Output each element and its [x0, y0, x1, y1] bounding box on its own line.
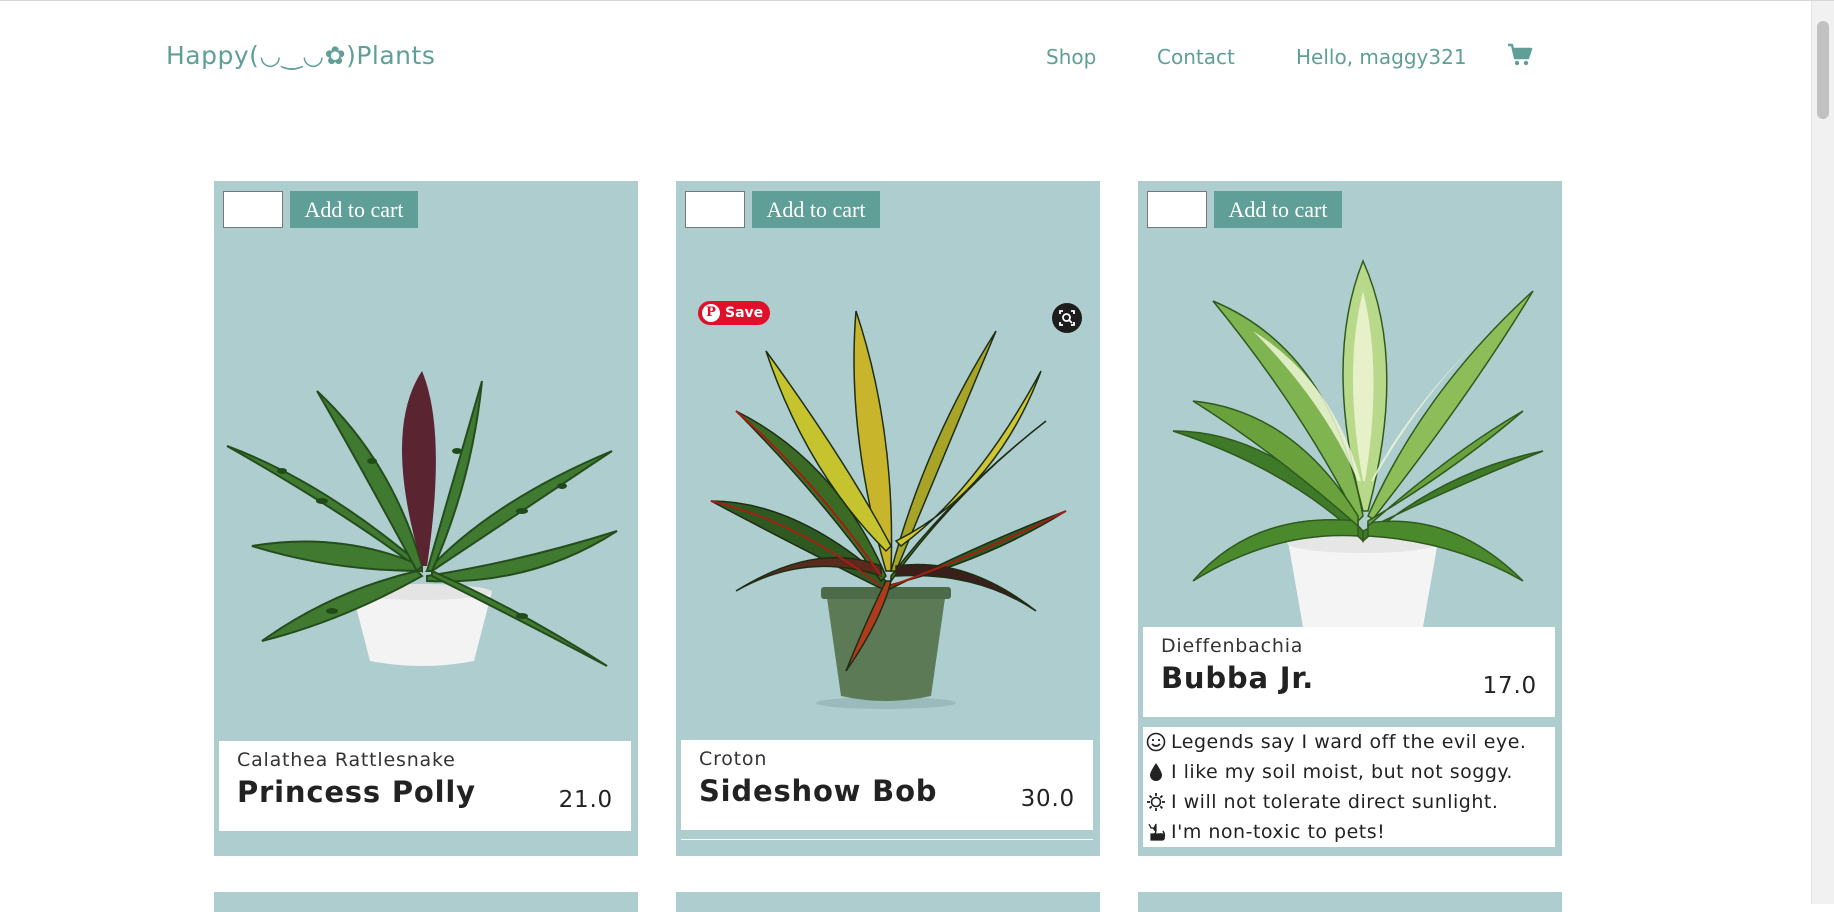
add-to-cart-button[interactable]: Add to cart — [1214, 191, 1342, 228]
divider — [681, 839, 1093, 840]
water-drop-icon — [1145, 761, 1167, 783]
nav-contact-link[interactable]: Contact — [1157, 45, 1235, 69]
shopping-cart-icon[interactable] — [1507, 43, 1533, 67]
brand-logo[interactable]: Happy(◡‿◡✿)Plants — [166, 41, 435, 70]
sun-icon — [1145, 791, 1167, 813]
product-name: Sideshow Bob — [699, 774, 938, 808]
product-name: Princess Polly — [237, 775, 476, 809]
product-species: Dieffenbachia — [1161, 635, 1304, 657]
quantity-input[interactable] — [685, 191, 745, 228]
page-scrollbar[interactable] — [1811, 1, 1834, 904]
product-name: Bubba Jr. — [1161, 661, 1315, 695]
trait-text: I'm non-toxic to pets! — [1171, 821, 1386, 843]
product-card: Add to cart Calathea Rattlesnake Princes… — [214, 181, 638, 856]
pinterest-save-label: Save — [725, 305, 764, 321]
product-species: Calathea Rattlesnake — [237, 749, 456, 771]
product-species: Croton — [699, 748, 768, 770]
quantity-input[interactable] — [223, 191, 283, 228]
product-price: 30.0 — [1020, 786, 1075, 812]
trait-item: I will not tolerate direct sunlight. — [1143, 787, 1555, 817]
pinterest-icon: P — [702, 304, 720, 322]
plant-image-calathea — [226, 371, 618, 667]
trait-text: Legends say I ward off the evil eye. — [1171, 731, 1527, 753]
quantity-input[interactable] — [1147, 191, 1207, 228]
visual-search-icon[interactable] — [1052, 303, 1082, 333]
plant-image-croton — [710, 310, 1067, 709]
add-to-cart-button[interactable]: Add to cart — [290, 191, 418, 228]
product-card-next-row — [214, 892, 638, 912]
product-card-next-row — [676, 892, 1100, 912]
product-info: Calathea Rattlesnake Princess Polly 21.0 — [219, 741, 631, 831]
care-traits-list: Legends say I ward off the evil eye. I l… — [1143, 727, 1555, 847]
pinterest-save-button[interactable]: P Save — [698, 301, 770, 325]
product-card-next-row — [1138, 892, 1562, 912]
nav-user-greeting[interactable]: Hello, maggy321 — [1296, 45, 1467, 69]
product-card: Add to cart Dieffenbachia Bubba Jr. 17.0 — [1138, 181, 1562, 856]
product-price: 21.0 — [558, 787, 613, 813]
product-card: Add to cart P Save Croton Sideshow Bob 3… — [676, 181, 1100, 856]
nav-shop-link[interactable]: Shop — [1046, 45, 1096, 69]
add-to-cart-button[interactable]: Add to cart — [752, 191, 880, 228]
top-navbar: Happy(◡‿◡✿)Plants Shop Contact Hello, ma… — [0, 1, 1812, 111]
smiley-icon — [1145, 731, 1167, 753]
trait-item: Legends say I ward off the evil eye. — [1143, 727, 1555, 757]
scrollbar-thumb[interactable] — [1817, 21, 1829, 119]
trait-text: I like my soil moist, but not soggy. — [1171, 761, 1513, 783]
pet-cat-icon — [1145, 821, 1167, 843]
product-info: Dieffenbachia Bubba Jr. 17.0 — [1143, 627, 1555, 717]
trait-item: I like my soil moist, but not soggy. — [1143, 757, 1555, 787]
trait-item: I'm non-toxic to pets! — [1143, 817, 1555, 847]
trait-text: I will not tolerate direct sunlight. — [1171, 791, 1499, 813]
plant-image-dieffenbachia — [1172, 259, 1544, 627]
product-price: 17.0 — [1482, 673, 1537, 699]
product-info: Croton Sideshow Bob 30.0 — [681, 740, 1093, 830]
